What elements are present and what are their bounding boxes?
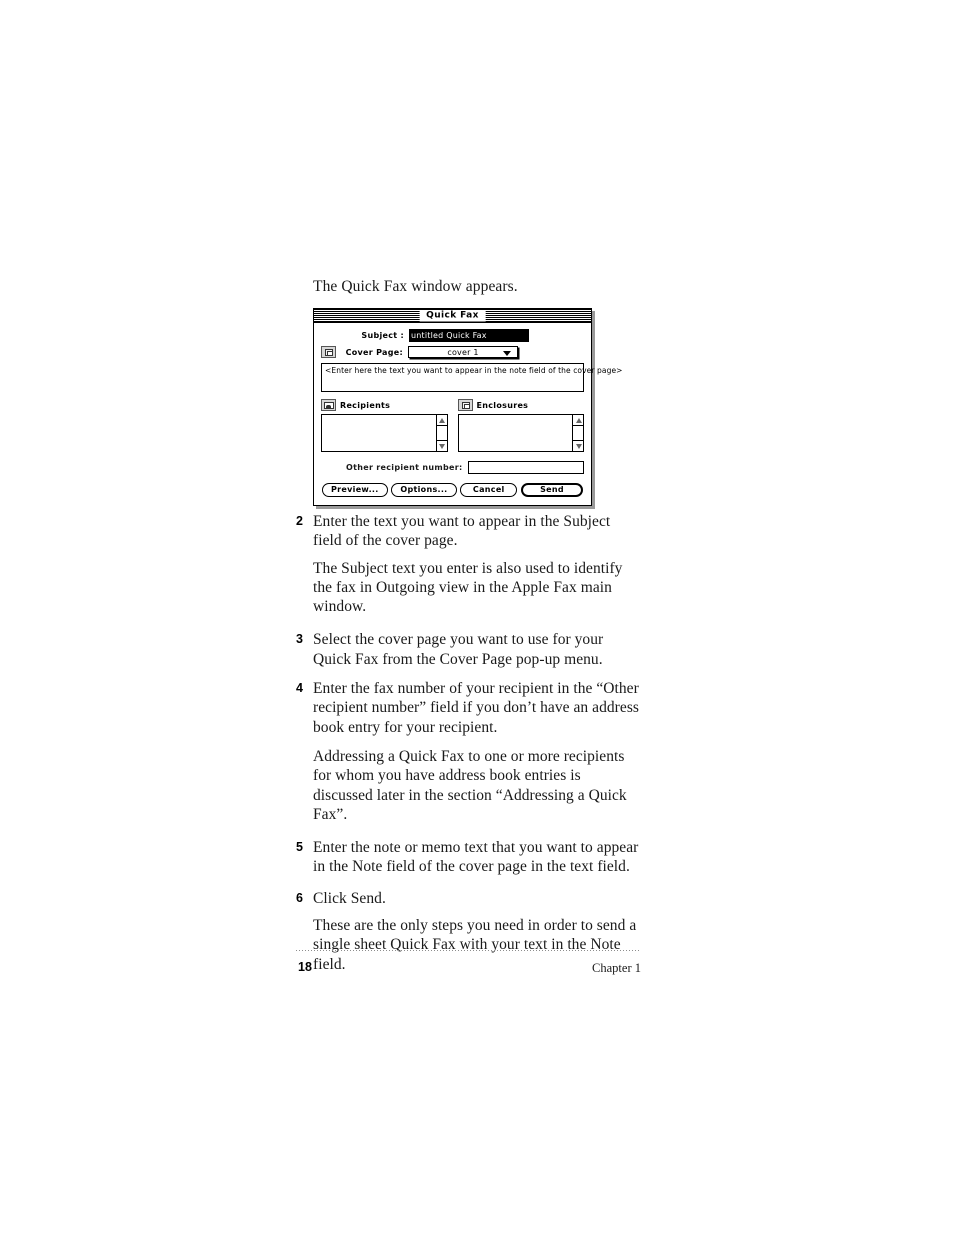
document-page: The Quick Fax window appears. Quick Fax … [0,0,954,1235]
enclosures-column: Enclosures [457,399,585,452]
scroll-down-icon[interactable] [436,440,448,451]
instruction-steps: 2 Enter the text you want to appear in t… [296,512,641,974]
step-3: 3 Select the cover page you want to use … [296,630,641,669]
step-text: Enter the text you want to appear in the… [313,513,611,550]
chapter-label: Chapter 1 [592,961,641,975]
window-titlebar[interactable]: Quick Fax [314,309,591,323]
page-number: 18 [298,960,312,974]
recipients-header: Recipients [321,399,448,411]
address-card-icon [321,399,336,411]
subject-label: Subject : [361,331,404,340]
subject-input[interactable]: untitled Quick Fax [409,329,529,342]
other-recipient-row: Other recipient number: [321,461,584,474]
cover-page-select[interactable]: cover 1 [408,346,518,358]
scroll-down-icon[interactable] [573,440,584,451]
step-4: 4 Enter the fax number of your recipient… [296,679,641,737]
step-2: 2 Enter the text you want to appear in t… [296,512,641,551]
other-recipient-input[interactable] [468,461,584,474]
document-icon [457,399,473,411]
step-number: 6 [296,890,303,905]
cover-page-row: Cover Page: cover 1 [321,346,584,358]
cancel-button[interactable]: Cancel [460,483,518,497]
recipients-label: Recipients [340,400,391,410]
step-number: 5 [296,840,303,855]
step-text: Enter the fax number of your recipient i… [313,680,639,736]
step-text: Enter the note or memo text that you wan… [313,839,639,876]
options-button[interactable]: Options... [391,483,457,497]
step-number: 3 [296,632,303,647]
quick-fax-dialog-figure: Quick Fax Subject : untitled Quick Fax C… [313,308,623,506]
chevron-down-icon [503,351,511,356]
enclosures-header: Enclosures [457,399,585,411]
document-icon [321,346,336,358]
step-5: 5 Enter the note or memo text that you w… [296,838,641,877]
enclosures-label: Enclosures [476,400,529,410]
recipients-listbox[interactable] [321,414,448,452]
step-4-note: Addressing a Quick Fax to one or more re… [313,747,627,823]
recipients-scrollbar[interactable] [435,415,448,451]
preview-button[interactable]: Preview... [322,483,388,497]
step-number: 2 [296,514,303,528]
step-2-note: The Subject text you enter is also used … [313,559,623,616]
subject-row: Subject : untitled Quick Fax [321,329,584,342]
dialog-body: Subject : untitled Quick Fax Cover Page:… [314,323,623,505]
enclosures-scrollbar[interactable] [572,415,584,451]
cover-page-selected-value: cover 1 [447,348,479,357]
step-text: Click Send. [313,889,386,907]
lists-section: Recipients Enclosures [321,399,584,452]
note-textarea[interactable]: <Enter here the text you want to appear … [321,363,623,392]
other-recipient-label: Other recipient number: [346,463,463,472]
quick-fax-window: Quick Fax Subject : untitled Quick Fax C… [313,308,623,506]
step-6: 6 Click Send. [296,889,641,908]
cover-page-label: Cover Page: [345,347,403,357]
step-number: 4 [296,681,303,696]
recipients-column: Recipients [321,399,448,452]
send-button[interactable]: Send [521,483,583,497]
enclosures-listbox[interactable] [457,414,584,452]
window-title: Quick Fax [419,310,486,321]
step-text: Select the cover page you want to use fo… [313,631,604,668]
scroll-up-icon[interactable] [573,415,584,426]
scroll-up-icon[interactable] [436,415,448,426]
note-placeholder: <Enter here the text you want to appear … [325,366,623,375]
dialog-buttons: Preview... Options... Cancel Send [321,483,584,498]
footer-divider [296,950,641,951]
intro-paragraph: The Quick Fax window appears. [313,278,518,295]
